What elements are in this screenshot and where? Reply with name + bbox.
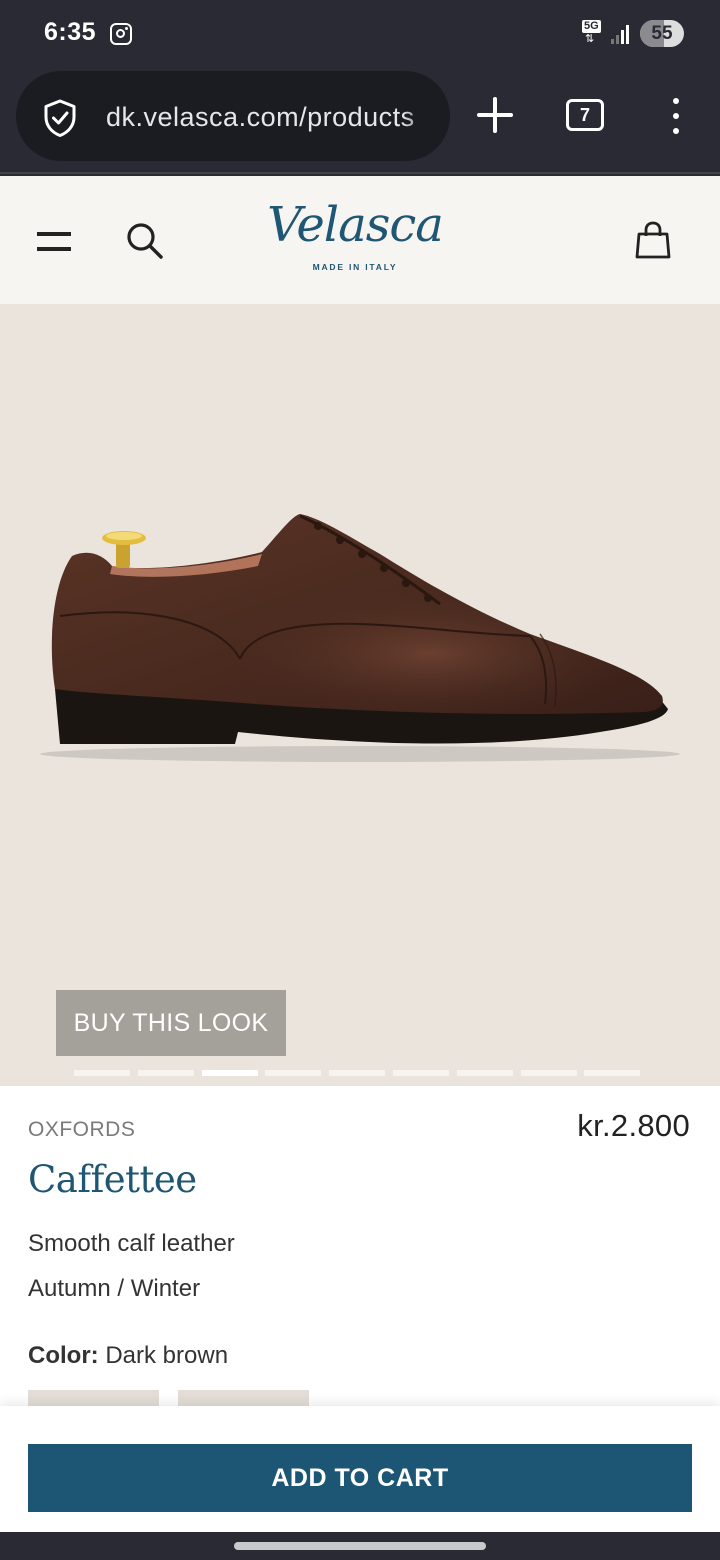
shopping-bag-icon[interactable]	[634, 220, 672, 260]
sticky-cart-bar: ADD TO CART	[0, 1406, 720, 1532]
network-label: 5G	[582, 20, 601, 33]
gallery-dot[interactable]	[520, 1070, 577, 1076]
velasca-logo[interactable]: Velasca MADE IN ITALY	[255, 190, 455, 290]
gallery-pagination[interactable]	[74, 1070, 644, 1077]
gallery-dot[interactable]	[137, 1070, 194, 1076]
site-header: Velasca MADE IN ITALY	[0, 176, 720, 304]
product-season: Autumn / Winter	[28, 1275, 201, 1302]
color-row: Color: Dark brown	[28, 1342, 228, 1370]
product-info: OXFORDS kr.2.800 Caffettee Smooth calf l…	[0, 1086, 720, 1410]
gallery-dot[interactable]	[265, 1070, 322, 1076]
oxford-shoe-image	[40, 514, 680, 762]
gallery-dot[interactable]	[329, 1070, 386, 1076]
product-name: Caffettee	[28, 1158, 197, 1201]
instagram-notification-icon	[110, 23, 132, 45]
gallery-dot[interactable]	[74, 1070, 130, 1076]
product-material: Smooth calf leather	[28, 1230, 235, 1257]
product-image-gallery[interactable]: BUY THIS LOOK	[0, 304, 720, 1086]
network-5g-icon: 5G ⇅	[582, 20, 606, 46]
shield-icon[interactable]	[42, 98, 78, 138]
data-arrows-icon: ⇅	[585, 33, 595, 45]
status-bar: 6:35 5G ⇅ 55	[0, 0, 720, 68]
battery-icon: 55	[640, 20, 684, 47]
search-icon[interactable]	[124, 220, 164, 260]
gallery-dot[interactable]	[393, 1070, 449, 1076]
more-menu-icon[interactable]	[664, 96, 688, 136]
new-tab-plus-icon[interactable]	[470, 90, 520, 140]
status-time: 6:35	[44, 18, 97, 46]
add-to-cart-button[interactable]: ADD TO CART	[28, 1444, 692, 1512]
system-nav-bar	[0, 1532, 720, 1560]
hamburger-menu-icon[interactable]	[37, 232, 71, 252]
product-category[interactable]: OXFORDS	[28, 1118, 135, 1142]
product-price: kr.2.800	[577, 1108, 690, 1143]
color-value: Dark brown	[105, 1342, 229, 1369]
buy-this-look-button[interactable]: BUY THIS LOOK	[56, 990, 286, 1056]
home-indicator[interactable]	[234, 1542, 486, 1550]
logo-tagline: MADE IN ITALY	[312, 262, 398, 272]
logo-wordmark: Velasca	[267, 197, 444, 253]
url-text[interactable]: dk.velasca.com/products	[106, 71, 436, 161]
gallery-dot[interactable]	[584, 1070, 641, 1076]
signal-icon	[611, 24, 631, 44]
address-bar[interactable]: dk.velasca.com/products	[16, 71, 450, 161]
tab-switcher-button[interactable]: 7	[566, 99, 604, 131]
battery-level: 55	[651, 23, 673, 44]
gallery-dot-active[interactable]	[201, 1070, 258, 1076]
gallery-dot[interactable]	[456, 1070, 513, 1076]
browser-toolbar: dk.velasca.com/products 7	[0, 68, 720, 174]
color-label: Color:	[28, 1342, 99, 1369]
